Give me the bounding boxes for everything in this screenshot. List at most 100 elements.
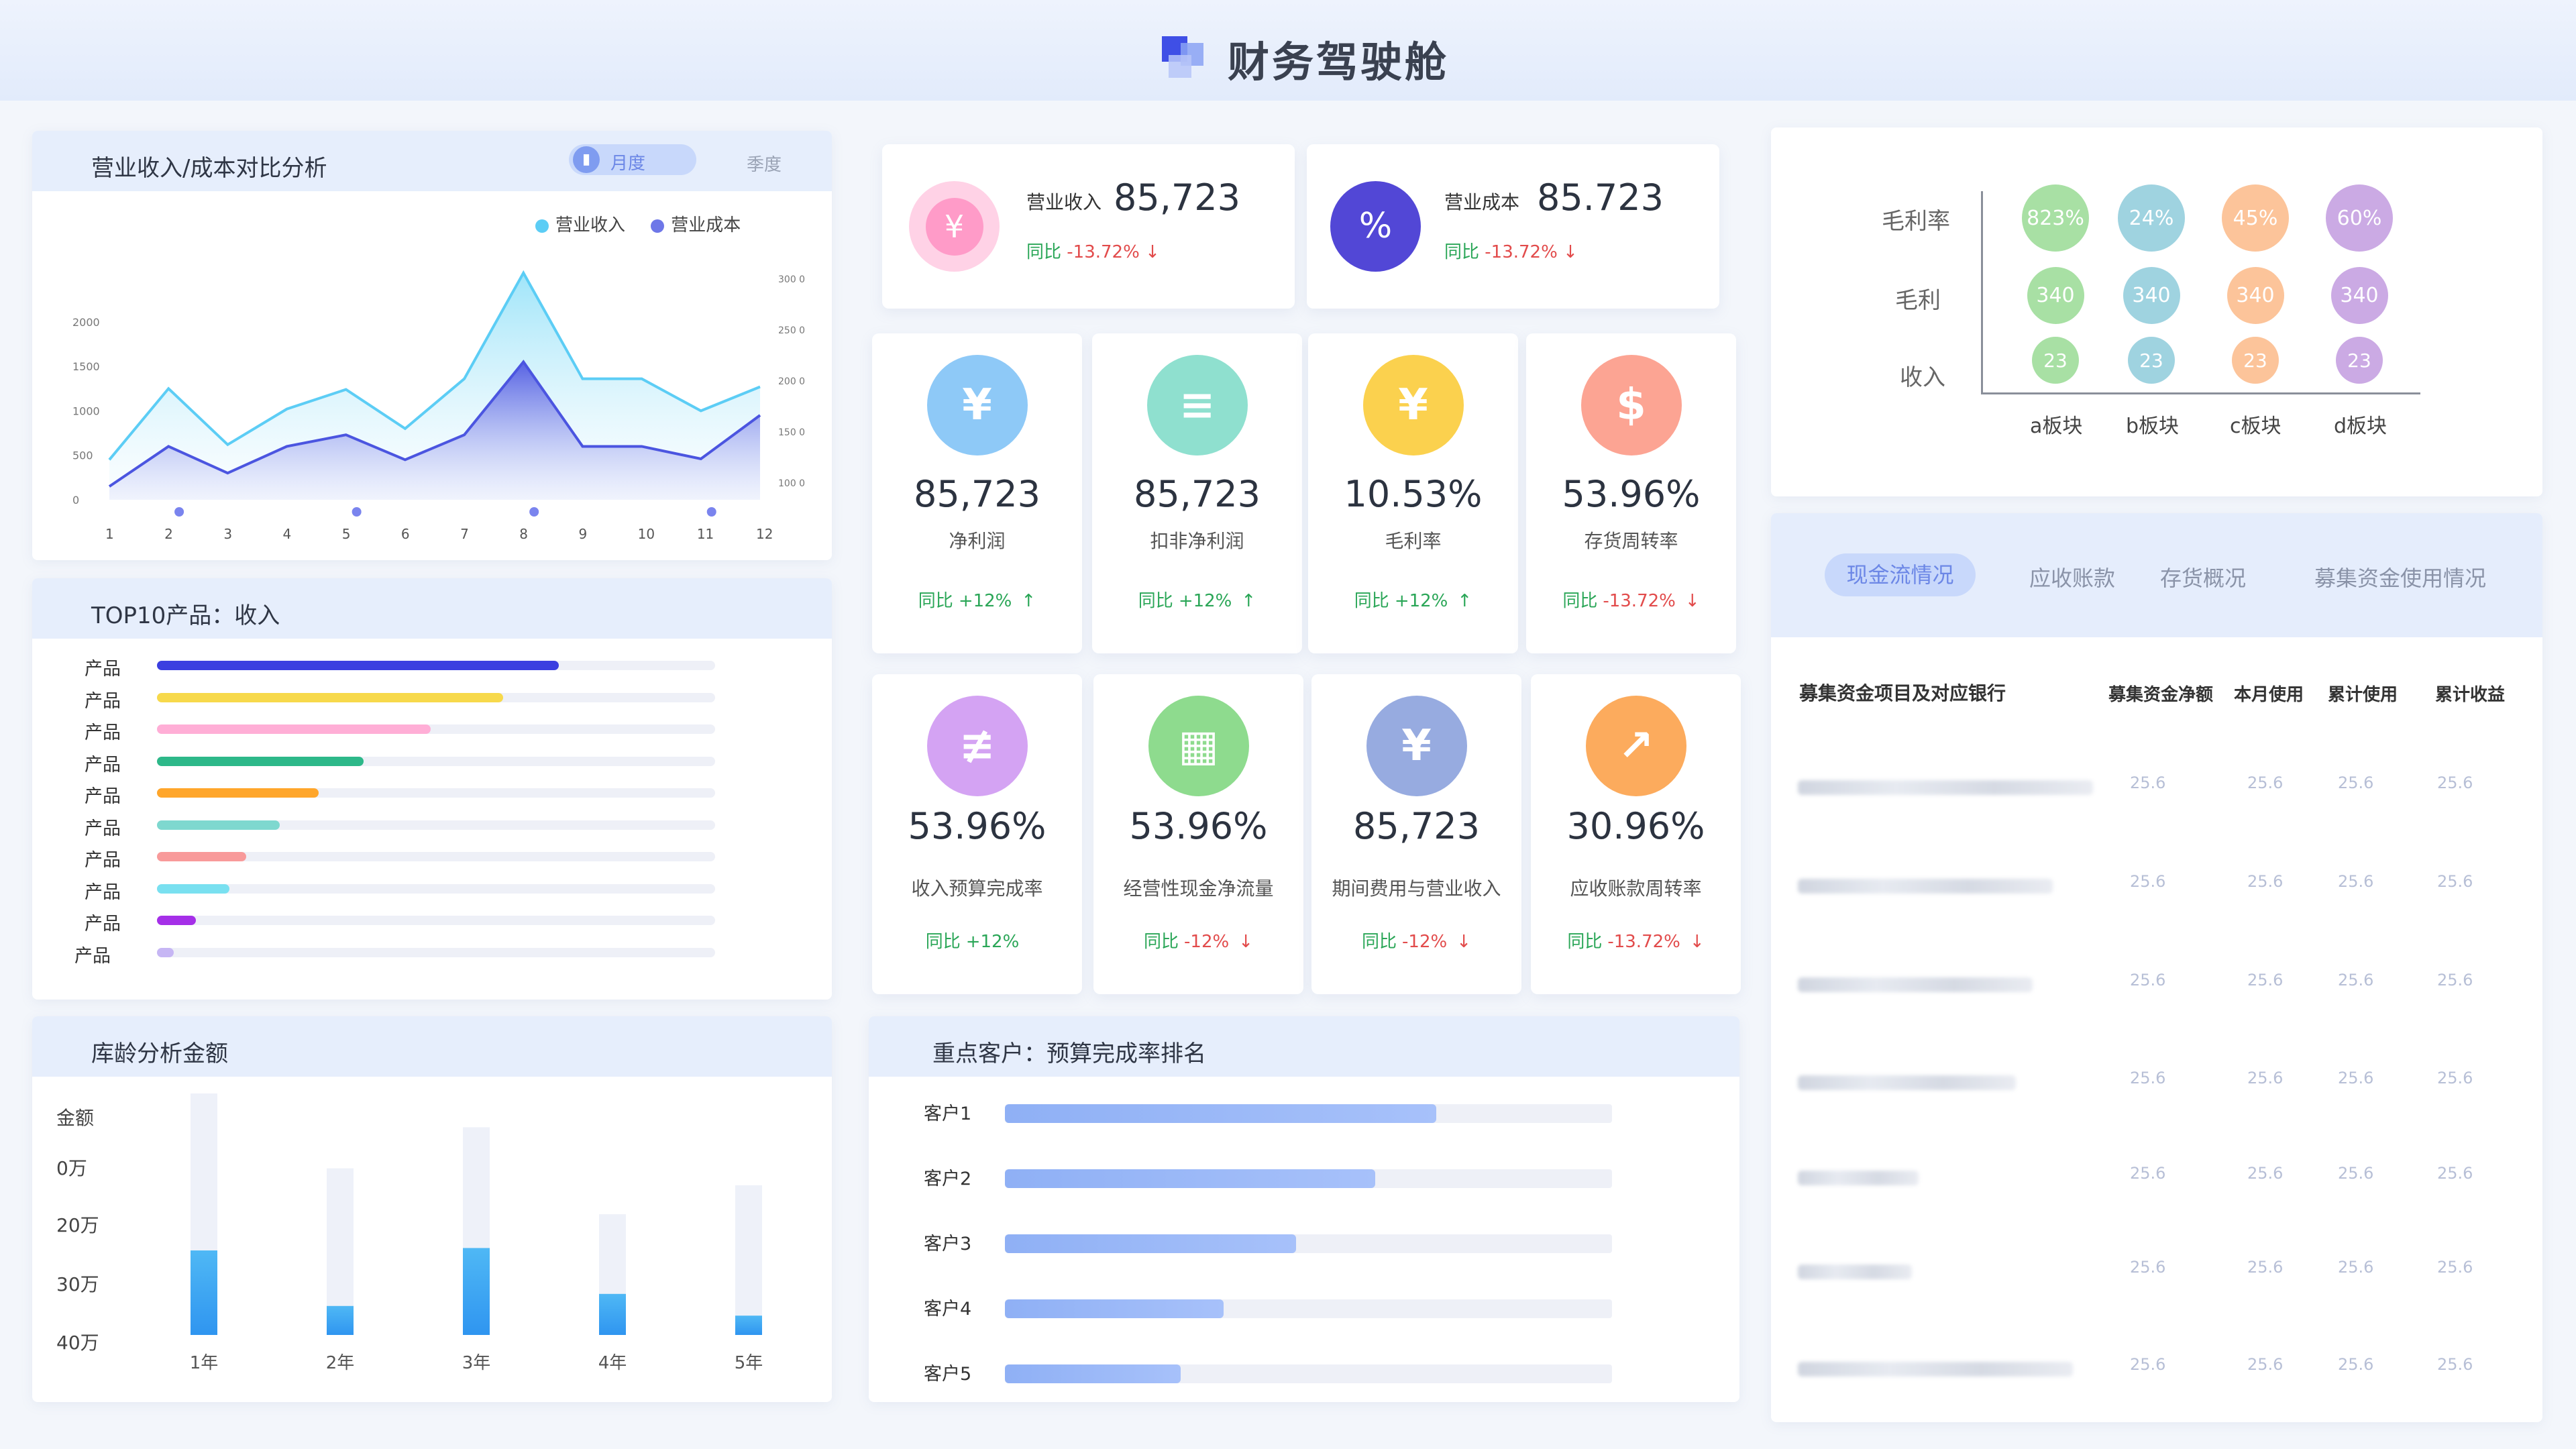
segment-bubble: 340 bbox=[2027, 266, 2084, 324]
segment-bubble: 23 bbox=[2336, 337, 2383, 384]
kpi-card: ▦ 53.96% 经营性现金净流量 同比 -12% ↓ bbox=[1093, 674, 1303, 994]
compare-label: 同比 bbox=[1138, 591, 1173, 611]
yen-shield-icon: ¥ bbox=[926, 355, 1028, 455]
customer-label: 客户3 bbox=[924, 1234, 972, 1254]
list-item: 客户2 bbox=[869, 1164, 1739, 1191]
bar-track bbox=[1005, 1234, 1612, 1253]
segment-bubble-panel: 毛利率 毛利 收入 823% 24% 45% 60% 340 340 340 340 23 23 2… bbox=[1771, 127, 2542, 496]
cash-flow-icon: ▦ bbox=[1148, 696, 1249, 796]
summary-card-revenue: ¥ 营业收入 85,723 同比 -13.72% ↓ bbox=[882, 144, 1295, 309]
segment-bubble: 340 bbox=[2123, 266, 2180, 324]
table-cell: 25.6 bbox=[2338, 1355, 2374, 1374]
bar-track bbox=[1005, 1364, 1612, 1383]
tab-inventory[interactable]: 存货概况 bbox=[2160, 561, 2246, 592]
table-cell: 25.6 bbox=[2247, 872, 2284, 891]
kpi-value: 85,723 bbox=[1353, 805, 1480, 847]
compare-value: +12% bbox=[1394, 591, 1448, 611]
y-tick-label: 1500 bbox=[72, 360, 100, 373]
bar bbox=[735, 1316, 762, 1335]
arrow-up-icon: ↑ bbox=[1021, 591, 1036, 611]
customer-label: 客户1 bbox=[924, 1104, 972, 1124]
clipboard-icon: ¥ bbox=[1362, 355, 1464, 455]
list-item: 产品 bbox=[32, 686, 832, 713]
kpi-label: 毛利率 bbox=[1385, 530, 1442, 552]
compare-label: 同比 bbox=[1567, 932, 1603, 952]
list-item: 产品 bbox=[32, 877, 832, 904]
kpi-label: 存货周转率 bbox=[1584, 530, 1678, 552]
panel-title: 营业收入/成本对比分析 bbox=[91, 155, 327, 182]
table-header: 累计收益 bbox=[2435, 685, 2506, 705]
summary-label: 营业成本 bbox=[1444, 191, 1520, 213]
kpi-compare: 同比 -12% ↓ bbox=[1093, 928, 1303, 953]
row-label: 毛利 bbox=[1895, 287, 1941, 314]
x-tick-label: 5 bbox=[342, 526, 351, 542]
x-tick-label: 1年 bbox=[190, 1353, 219, 1373]
kpi-label: 期间费用与营业收入 bbox=[1332, 877, 1501, 900]
bar-fill bbox=[157, 661, 559, 670]
segment-bubble: 823% bbox=[2022, 184, 2089, 252]
kpi-compare: 同比 -13.72% ↓ bbox=[1531, 928, 1741, 953]
y-tick-label: 500 bbox=[72, 449, 93, 462]
table-cell: 25.6 bbox=[2247, 1258, 2284, 1277]
tab-receivables[interactable]: 应收账款 bbox=[2029, 561, 2115, 592]
aging-bar-chart: 1年 2年 3年 4年 5年 bbox=[190, 1093, 763, 1373]
summary-compare: 同比 -13.72% ↓ bbox=[1026, 242, 1160, 262]
x-tick-label: 2年 bbox=[326, 1353, 355, 1373]
table-cell: 25.6 bbox=[2338, 1069, 2374, 1087]
x-tick-label: 2 bbox=[164, 526, 173, 542]
table-header: 募集资金净额 bbox=[2108, 685, 2214, 705]
table-header: 本月使用 bbox=[2234, 685, 2304, 705]
table-cell: 25.6 bbox=[2247, 773, 2284, 792]
arrow-up-icon: ↑ bbox=[1241, 591, 1256, 611]
compare-label: 同比 bbox=[1562, 591, 1598, 611]
month-toggle-label: 月度 bbox=[610, 154, 646, 174]
arrow-down-icon: ↓ bbox=[1456, 932, 1471, 952]
product-label: 产品 bbox=[85, 881, 121, 903]
x-tick-label: 4年 bbox=[598, 1353, 627, 1373]
kpi-value: 53.96% bbox=[908, 805, 1046, 847]
blurred-project-name bbox=[1798, 1075, 2016, 1090]
compare-value: -12% bbox=[1184, 932, 1230, 952]
bar-fill bbox=[1005, 1364, 1181, 1383]
header-bar: 财务驾驶舱 bbox=[0, 0, 2576, 101]
page-title: 财务驾驶舱 bbox=[1228, 38, 1450, 87]
row-label: 收入 bbox=[1900, 364, 1945, 391]
summary-value: 85,723 bbox=[1114, 176, 1240, 219]
table-cell: 25.6 bbox=[2247, 971, 2284, 989]
tab-raised-funds[interactable]: 募集资金使用情况 bbox=[2314, 561, 2486, 592]
table-cell: 25.6 bbox=[2130, 773, 2166, 792]
blurred-project-name bbox=[1798, 780, 2093, 795]
table-cell: 25.6 bbox=[2338, 773, 2374, 792]
chart-icon: ▮ bbox=[573, 146, 600, 173]
compare-value: -12% bbox=[1402, 932, 1448, 952]
x-tick-label: 9 bbox=[578, 526, 587, 542]
segment-bubble: 340 bbox=[2226, 266, 2284, 324]
axis-line bbox=[1981, 392, 2420, 394]
blurred-project-name bbox=[1798, 879, 2053, 894]
table-cell: 25.6 bbox=[2247, 1355, 2284, 1374]
compare-label: 同比 bbox=[925, 932, 961, 952]
y-tick-label: 2000 bbox=[72, 316, 100, 329]
quarter-toggle[interactable]: 季度 bbox=[747, 151, 782, 176]
list-item: 产品 bbox=[32, 909, 832, 936]
kpi-value: 53.96% bbox=[1129, 805, 1268, 847]
bar-track bbox=[157, 724, 715, 734]
list-item: 客户5 bbox=[869, 1359, 1739, 1386]
month-toggle[interactable]: ▮ 月度 bbox=[569, 144, 696, 175]
kpi-label: 净利润 bbox=[949, 530, 1006, 552]
summary-label: 营业收入 bbox=[1026, 191, 1102, 213]
kpi-label: 应收账款周转率 bbox=[1570, 877, 1702, 900]
row-label: 毛利率 bbox=[1882, 208, 1950, 235]
x-tick-label: 8 bbox=[519, 526, 528, 542]
kpi-value: 85,723 bbox=[1134, 473, 1260, 515]
kpi-value: 85,723 bbox=[914, 473, 1040, 515]
table-header: 募集资金项目及对应银行 bbox=[1799, 682, 2006, 704]
x-tick-label: 11 bbox=[697, 526, 714, 542]
tab-cash-flow[interactable]: 现金流情况 bbox=[1825, 553, 1976, 596]
bar-track bbox=[157, 947, 715, 957]
bar-track bbox=[157, 883, 715, 894]
x-tick-label: 12 bbox=[756, 526, 773, 542]
product-label: 产品 bbox=[85, 786, 121, 807]
kpi-value: 30.96% bbox=[1566, 805, 1705, 847]
table-cell: 25.6 bbox=[2437, 773, 2473, 792]
